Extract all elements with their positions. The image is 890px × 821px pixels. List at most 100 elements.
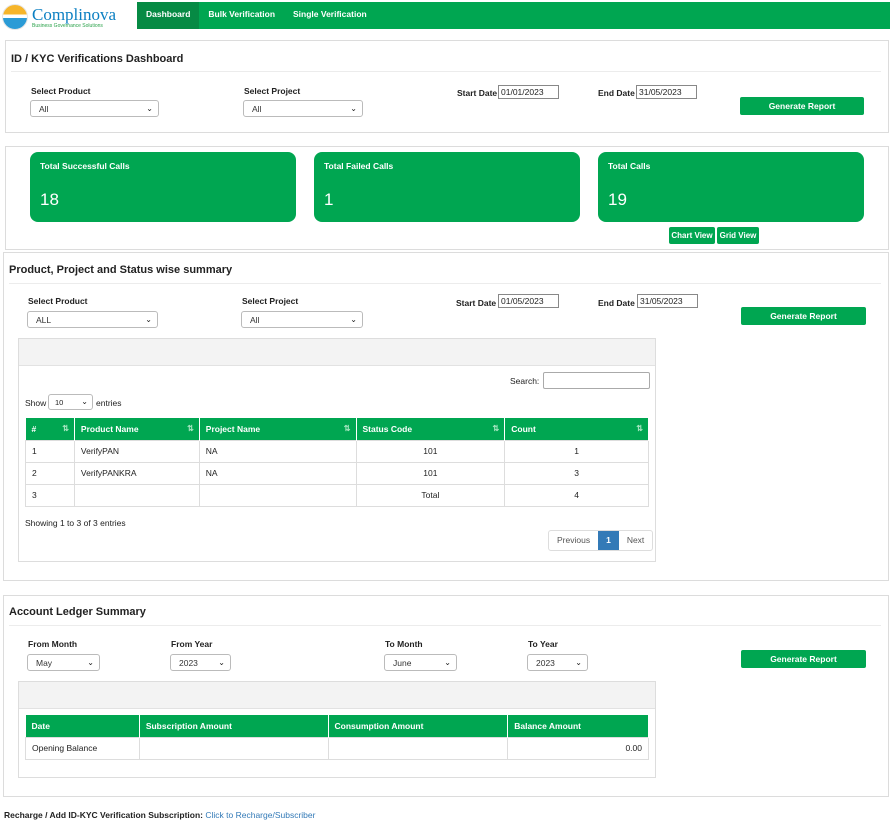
select-project-value: All <box>250 315 260 325</box>
column-header-balance[interactable]: Balance Amount <box>507 715 649 737</box>
summary-generate-report-button[interactable]: Generate Report <box>741 307 866 325</box>
end-date-input[interactable]: 31/05/2023 <box>636 85 697 99</box>
column-header-consumption[interactable]: Consumption Amount <box>328 715 509 737</box>
from-year-label: From Year <box>171 639 213 649</box>
divider <box>9 283 881 284</box>
logo-icon <box>2 4 28 30</box>
brand-name: Complinova <box>32 4 117 24</box>
ledger-title: Account Ledger Summary <box>9 606 146 618</box>
ledger-table: Date Subscription Amount Consumption Amo… <box>25 715 649 760</box>
brand-tagline: Business Governance Solutions <box>32 22 103 29</box>
to-year-value: 2023 <box>536 658 555 668</box>
footer-text: Recharge / Add ID-KYC Verification Subsc… <box>4 810 203 820</box>
pagination-page-1[interactable]: 1 <box>598 531 619 550</box>
table-row: Opening Balance 0.00 <box>25 736 649 760</box>
recharge-footer: Recharge / Add ID-KYC Verification Subsc… <box>4 810 315 820</box>
search-label: Search: <box>510 376 540 386</box>
stat-value: 19 <box>608 190 627 209</box>
divider <box>11 71 881 72</box>
column-header-date[interactable]: Date <box>25 715 140 737</box>
column-header-number[interactable]: # ⇅ <box>25 418 75 440</box>
recharge-link[interactable]: Click to Recharge/Subscriber <box>205 810 315 820</box>
start-date-input[interactable]: 01/01/2023 <box>498 85 559 99</box>
column-header-product[interactable]: Product Name ⇅ <box>74 418 200 440</box>
page-title: ID / KYC Verifications Dashboard <box>11 53 184 65</box>
summary-select-project-dropdown[interactable]: All ⌄ <box>241 311 363 328</box>
chevron-down-icon: ⌄ <box>350 315 357 324</box>
sort-icon: ⇅ <box>636 424 643 433</box>
top-bar: Complinova Business Governance Solutions… <box>0 0 890 33</box>
end-date-label: End Date <box>598 88 635 98</box>
select-product-label: Select Product <box>28 296 88 306</box>
start-date-label: Start Date <box>456 298 497 308</box>
sort-icon: ⇅ <box>492 424 500 433</box>
chart-view-button[interactable]: Chart View <box>669 227 715 244</box>
summary-table: # ⇅ Product Name ⇅ Project Name ⇅ Status Co… <box>25 418 649 507</box>
entries-value: 10 <box>55 398 64 407</box>
nav-single-verification[interactable]: Single Verification <box>284 2 376 29</box>
sort-icon: ⇅ <box>343 424 351 433</box>
stat-title: Total Calls <box>608 161 651 171</box>
brand-logo[interactable]: Complinova Business Governance Solutions <box>2 3 134 31</box>
nav-bulk-verification[interactable]: Bulk Verification <box>199 2 284 29</box>
grid-header-bar <box>19 339 655 366</box>
summary-select-product-dropdown[interactable]: ALL ⌄ <box>27 311 158 328</box>
stat-title: Total Successful Calls <box>40 161 130 171</box>
to-year-dropdown[interactable]: 2023 ⌄ <box>527 654 588 671</box>
select-product-label: Select Product <box>31 86 91 96</box>
from-year-dropdown[interactable]: 2023 ⌄ <box>170 654 231 671</box>
chevron-down-icon: ⌄ <box>87 658 94 667</box>
table-row: 1 VerifyPAN NA 101 1 <box>25 439 649 463</box>
from-month-value: May <box>36 658 53 668</box>
stat-card-successful: Total Successful Calls 18 <box>30 152 296 222</box>
to-year-label: To Year <box>528 639 558 649</box>
stat-value: 1 <box>324 190 334 209</box>
chevron-down-icon: ⌄ <box>350 104 357 113</box>
nav-dashboard[interactable]: Dashboard <box>137 2 200 29</box>
pagination-next[interactable]: Next <box>619 531 652 550</box>
search-input[interactable] <box>543 372 650 389</box>
chevron-down-icon: ⌄ <box>145 315 152 324</box>
table-row: 2 VerifyPANKRA NA 101 3 <box>25 461 649 485</box>
pagination-previous[interactable]: Previous <box>549 531 598 550</box>
chevron-down-icon: ⌄ <box>218 658 225 667</box>
select-product-value: All <box>39 104 49 114</box>
from-month-dropdown[interactable]: May ⌄ <box>27 654 100 671</box>
summary-start-date-input[interactable]: 01/05/2023 <box>498 294 559 308</box>
column-header-status[interactable]: Status Code ⇅ <box>356 418 506 440</box>
end-date-label: End Date <box>598 298 635 308</box>
from-month-label: From Month <box>28 639 78 649</box>
select-project-value: All <box>252 104 262 114</box>
from-year-value: 2023 <box>179 658 198 668</box>
divider <box>9 625 881 626</box>
ledger-generate-report-button[interactable]: Generate Report <box>741 650 866 668</box>
entries-select[interactable]: 10 ⌄ <box>48 394 93 410</box>
show-label: Show <box>25 398 47 408</box>
table-info: Showing 1 to 3 of 3 entries <box>25 518 126 528</box>
sort-icon: ⇅ <box>62 424 69 433</box>
select-project-label: Select Project <box>244 86 301 96</box>
sort-icon: ⇅ <box>187 424 194 433</box>
entries-label: entries <box>96 398 122 408</box>
column-header-subscription[interactable]: Subscription Amount <box>139 715 329 737</box>
summary-title: Product, Project and Status wise summary <box>9 264 233 276</box>
stat-card-failed: Total Failed Calls 1 <box>314 152 580 222</box>
chevron-down-icon: ⌄ <box>146 104 153 113</box>
select-product-dropdown[interactable]: All ⌄ <box>30 100 159 117</box>
grid-header-bar <box>19 682 655 709</box>
main-nav: Dashboard Bulk Verification Single Verif… <box>137 2 890 29</box>
grid-view-button[interactable]: Grid View <box>717 227 759 244</box>
chevron-down-icon: ⌄ <box>81 397 88 406</box>
column-header-count[interactable]: Count ⇅ <box>504 418 649 440</box>
select-product-value: ALL <box>36 315 52 325</box>
to-month-value: June <box>393 658 412 668</box>
to-month-dropdown[interactable]: June ⌄ <box>384 654 457 671</box>
select-project-dropdown[interactable]: All ⌄ <box>243 100 363 117</box>
stat-card-total: Total Calls 19 <box>598 152 864 222</box>
chevron-down-icon: ⌄ <box>575 658 582 667</box>
pagination: Previous 1 Next <box>548 530 654 551</box>
table-row-total: 3 Total 4 <box>25 483 649 507</box>
column-header-project[interactable]: Project Name ⇅ <box>199 418 357 440</box>
generate-report-button[interactable]: Generate Report <box>740 97 864 115</box>
summary-end-date-input[interactable]: 31/05/2023 <box>637 294 698 308</box>
